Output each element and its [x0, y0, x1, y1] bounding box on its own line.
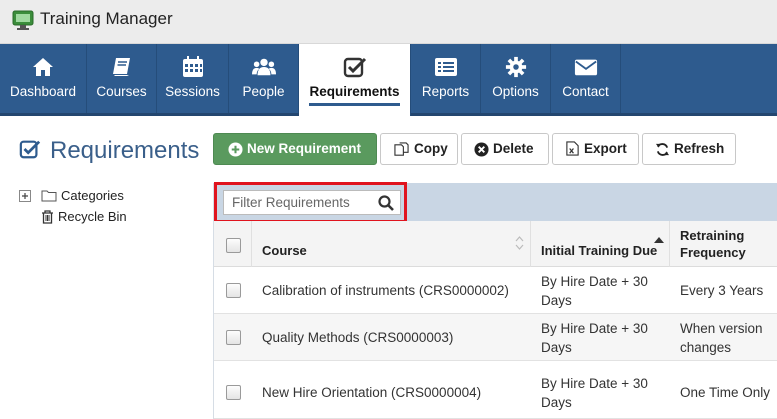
select-all-checkbox[interactable] — [226, 238, 241, 253]
app-logo-icon — [12, 10, 34, 30]
frequency-cell: When version changes — [680, 321, 763, 355]
frequency-cell: One Time Only — [680, 385, 771, 400]
copy-label: Copy — [414, 141, 448, 156]
new-requirement-button[interactable]: New Requirement — [213, 133, 377, 165]
sort-ascending-icon — [654, 237, 664, 243]
column-label: Course — [262, 243, 307, 258]
tree-label: Categories — [61, 188, 124, 203]
book-icon — [112, 58, 130, 76]
delete-button[interactable]: Delete — [461, 133, 549, 165]
filter-bar — [214, 182, 777, 223]
row-checkbox[interactable] — [226, 330, 241, 345]
nav-label: Contact — [562, 84, 609, 99]
requirements-grid: Course Initial Training Due Retraining F… — [213, 182, 777, 419]
nav-courses[interactable]: Courses — [87, 44, 157, 113]
delete-circle-icon — [474, 142, 489, 157]
envelope-icon — [574, 59, 597, 76]
list-icon — [434, 58, 457, 76]
nav-label: Sessions — [165, 84, 220, 99]
course-cell: Calibration of instruments (CRS0000002) — [262, 283, 509, 298]
refresh-icon — [655, 143, 670, 156]
excel-icon — [566, 141, 579, 156]
tree-label: Recycle Bin — [58, 209, 127, 224]
initial-due-cell: By Hire Date + 30 Days — [541, 376, 648, 410]
delete-label: Delete — [493, 141, 534, 156]
copy-icon — [394, 142, 409, 156]
refresh-label: Refresh — [674, 141, 725, 156]
table-row[interactable]: New Hire Orientation (CRS0000004) By Hir… — [214, 361, 777, 419]
nav-label: Options — [492, 84, 539, 99]
sort-neutral-icon — [515, 236, 524, 250]
initial-due-cell: By Hire Date + 30 Days — [541, 274, 648, 308]
column-label: Initial Training Due — [541, 243, 658, 258]
main-nav: Dashboard Courses Sessions People Requir… — [0, 44, 777, 116]
new-requirement-label: New Requirement — [247, 141, 362, 156]
copy-button[interactable]: Copy — [380, 133, 458, 165]
filter-highlight-box — [214, 182, 407, 223]
nav-people[interactable]: People — [229, 44, 299, 113]
plus-circle-icon — [228, 142, 243, 157]
course-cell: New Hire Orientation (CRS0000004) — [262, 385, 482, 400]
nav-options[interactable]: Options — [481, 44, 551, 113]
row-checkbox[interactable] — [226, 283, 241, 298]
nav-contact[interactable]: Contact — [551, 44, 621, 113]
page-title: Requirements — [50, 137, 200, 164]
nav-dashboard[interactable]: Dashboard — [0, 44, 87, 113]
nav-reports[interactable]: Reports — [411, 44, 481, 113]
trash-icon — [42, 210, 53, 224]
row-checkbox[interactable] — [226, 385, 241, 400]
requirements-checkbox-icon — [19, 140, 41, 159]
app-title: Training Manager — [40, 9, 173, 28]
home-icon — [33, 58, 53, 76]
users-icon — [251, 58, 276, 76]
gear-icon — [505, 56, 526, 78]
column-header-retraining-frequency[interactable]: Retraining Frequency — [670, 221, 777, 267]
column-header-course[interactable]: Course — [252, 221, 531, 267]
nav-sessions[interactable]: Sessions — [157, 44, 229, 113]
export-button[interactable]: Export — [552, 133, 639, 165]
export-label: Export — [584, 141, 627, 156]
nav-requirements[interactable]: Requirements — [299, 44, 411, 116]
table-header: Course Initial Training Due Retraining F… — [214, 221, 777, 267]
table-row[interactable]: Calibration of instruments (CRS0000002) … — [214, 267, 777, 314]
table-row[interactable]: Quality Methods (CRS0000003) By Hire Dat… — [214, 314, 777, 361]
nav-label: People — [242, 84, 285, 99]
title-bar: Training Manager — [0, 0, 777, 44]
checkbox-icon — [343, 57, 366, 78]
expand-icon[interactable] — [19, 190, 31, 202]
nav-label: Dashboard — [9, 84, 77, 99]
frequency-cell: Every 3 Years — [680, 283, 764, 298]
refresh-button[interactable]: Refresh — [642, 133, 736, 165]
nav-label: Courses — [96, 84, 147, 99]
active-indicator — [309, 103, 400, 106]
header-select-cell — [214, 221, 252, 267]
nav-label: Reports — [421, 84, 470, 99]
folder-icon — [41, 190, 57, 202]
nav-label: Requirements — [309, 84, 400, 99]
initial-due-cell: By Hire Date + 30 Days — [541, 321, 648, 355]
course-cell: Quality Methods (CRS0000003) — [262, 330, 454, 345]
column-label: Retraining Frequency — [680, 228, 746, 260]
column-header-initial-training-due[interactable]: Initial Training Due — [531, 221, 670, 267]
calendar-icon — [182, 56, 203, 77]
